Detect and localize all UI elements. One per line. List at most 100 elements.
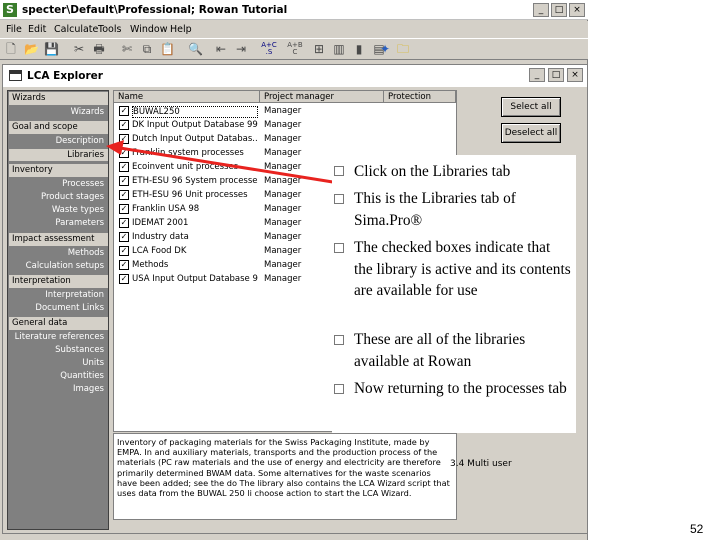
app-icon: S (3, 3, 17, 17)
nav-item-product-stages[interactable]: Product stages (41, 192, 104, 202)
nav-item-calculation-setups[interactable]: Calculation setups (26, 261, 104, 271)
flowchart-icon[interactable]: ✦ (378, 42, 392, 56)
find-icon[interactable]: 🔍 (188, 42, 203, 56)
column-header-project-manager[interactable]: Project manager (260, 91, 384, 103)
app-title-bar: S specter\Default\Professional; Rowan Tu… (0, 0, 588, 20)
nav-section-interpretation[interactable]: Interpretation (9, 275, 108, 288)
nav-section-goal-scope[interactable]: Goal and scope (9, 121, 108, 134)
chart-icon[interactable]: ▥ (332, 42, 346, 56)
library-checkbox[interactable]: ✓ (119, 218, 129, 228)
library-name: Methods (132, 260, 169, 270)
callout-bullet: Now returning to the processes tab (354, 380, 567, 397)
copy-icon[interactable]: ⧉ (140, 42, 154, 56)
bullet-box-icon (334, 384, 344, 394)
nav-item-libraries[interactable]: Libraries (9, 149, 108, 161)
paste-icon[interactable]: 📋 (160, 42, 175, 56)
tree-icon[interactable]: ⊞ (312, 42, 326, 56)
maximize-button[interactable]: □ (551, 3, 567, 17)
minimize-button[interactable]: _ (533, 3, 549, 17)
menu-file[interactable]: File (6, 24, 22, 35)
library-checkbox[interactable]: ✓ (119, 176, 129, 186)
library-manager: Manager (264, 232, 302, 242)
library-name: Ecoinvent unit processes (132, 162, 239, 172)
library-name: Dutch Input Output Databas... (132, 134, 258, 144)
nav-item-processes[interactable]: Processes (62, 179, 104, 189)
library-checkbox[interactable]: ✓ (119, 190, 129, 200)
page-number: 52 (690, 522, 704, 536)
scissors-icon[interactable]: ✄ (120, 42, 134, 56)
status-text: 3.4 Multi user (450, 459, 512, 469)
close-button[interactable]: × (569, 3, 585, 17)
explorer-close-button[interactable]: × (567, 68, 583, 82)
library-checkbox[interactable]: ✓ (119, 134, 129, 144)
explorer-nav: Wizards Wizards Goal and scope Descripti… (7, 90, 109, 530)
nav-item-description[interactable]: Description (56, 136, 104, 146)
library-checkbox[interactable]: ✓ (119, 274, 129, 284)
explorer-title-bar: LCA Explorer _ □ × (3, 65, 587, 87)
print-icon[interactable]: 🖶 (92, 42, 106, 56)
nav-item-literature-references[interactable]: Literature references (15, 332, 104, 342)
nav-section-inventory[interactable]: Inventory (9, 164, 108, 177)
library-checkbox[interactable]: ✓ (119, 148, 129, 158)
library-checkbox[interactable]: ✓ (119, 246, 129, 256)
library-checkbox[interactable]: ✓ (119, 106, 129, 116)
library-checkbox[interactable]: ✓ (119, 232, 129, 242)
explorer-minimize-button[interactable]: _ (529, 68, 545, 82)
library-checkbox[interactable]: ✓ (119, 260, 129, 270)
nav-item-document-links[interactable]: Document Links (35, 303, 104, 313)
library-manager: Manager (264, 120, 302, 130)
folder-icon[interactable]: 🗀 (396, 42, 410, 56)
new-icon[interactable]: 🗋 (4, 42, 18, 56)
library-row[interactable]: ✓ BUWAL250 Manager (114, 105, 456, 119)
nav-item-wizards[interactable]: Wizards (71, 107, 104, 117)
nav-item-quantities[interactable]: Quantities (60, 371, 104, 381)
nav-item-parameters[interactable]: Parameters (55, 218, 104, 228)
library-manager: Manager (264, 204, 302, 214)
bar-chart-icon[interactable]: ▮ (352, 42, 366, 56)
column-header-name[interactable]: Name (114, 91, 260, 103)
library-name: Industry data (132, 232, 189, 242)
open-icon[interactable]: 📂 (24, 42, 39, 56)
library-row[interactable]: ✓ DK Input Output Database 99 Manager (114, 119, 456, 133)
library-name: ETH-ESU 96 Unit processes (132, 190, 248, 200)
nav-item-units[interactable]: Units (82, 358, 104, 368)
nav-back-icon[interactable]: ⇤ (214, 42, 228, 56)
ab-icon[interactable]: A+C .S (258, 42, 280, 56)
nav-item-interpretation[interactable]: Interpretation (45, 290, 104, 300)
menu-window[interactable]: Window (130, 24, 167, 35)
menu-help[interactable]: Help (170, 24, 192, 35)
menu-tools[interactable]: Tools (98, 24, 121, 35)
library-manager: Manager (264, 176, 302, 186)
nav-item-methods[interactable]: Methods (68, 248, 104, 258)
library-checkbox[interactable]: ✓ (119, 120, 129, 130)
nav-item-images[interactable]: Images (73, 384, 104, 394)
library-manager: Manager (264, 134, 302, 144)
nav-item-substances[interactable]: Substances (55, 345, 104, 355)
library-description: Inventory of packaging materials for the… (113, 433, 457, 520)
select-all-button[interactable]: Select all (501, 97, 561, 117)
toolbar: 🗋 📂 💾 ✂ 🖶 ✄ ⧉ 📋 🔍 ⇤ ⇥ A+C .S A+B C ⊞ ▥ ▮… (0, 38, 588, 60)
cut-icon[interactable]: ✂ (72, 42, 86, 56)
nav-item-waste-types[interactable]: Waste types (52, 205, 104, 215)
callout-bullet: This is the Libraries tab of Sima.Pro® (354, 190, 516, 229)
nav-section-wizards[interactable]: Wizards (9, 92, 108, 105)
nav-section-general-data[interactable]: General data (9, 317, 108, 330)
nav-fwd-icon[interactable]: ⇥ (234, 42, 248, 56)
library-name: Franklin USA 98 (132, 204, 200, 214)
library-row[interactable]: ✓ Dutch Input Output Databas... Manager (114, 133, 456, 147)
callout-box: Click on the Libraries tab This is the L… (332, 155, 576, 433)
bullet-box-icon (334, 194, 344, 204)
explorer-title: LCA Explorer (27, 70, 103, 82)
library-checkbox[interactable]: ✓ (119, 162, 129, 172)
ab-compare-icon[interactable]: A+B C (284, 42, 306, 56)
menu-edit[interactable]: Edit (28, 24, 46, 35)
library-checkbox[interactable]: ✓ (119, 204, 129, 214)
nav-section-impact-assessment[interactable]: Impact assessment (9, 233, 108, 246)
explorer-maximize-button[interactable]: □ (548, 68, 564, 82)
save-icon[interactable]: 💾 (44, 42, 59, 56)
library-manager: Manager (264, 148, 302, 158)
menu-calculate[interactable]: Calculate (54, 24, 98, 35)
library-manager: Manager (264, 260, 302, 270)
deselect-all-button[interactable]: Deselect all (501, 123, 561, 143)
column-header-protection[interactable]: Protection (384, 91, 456, 103)
